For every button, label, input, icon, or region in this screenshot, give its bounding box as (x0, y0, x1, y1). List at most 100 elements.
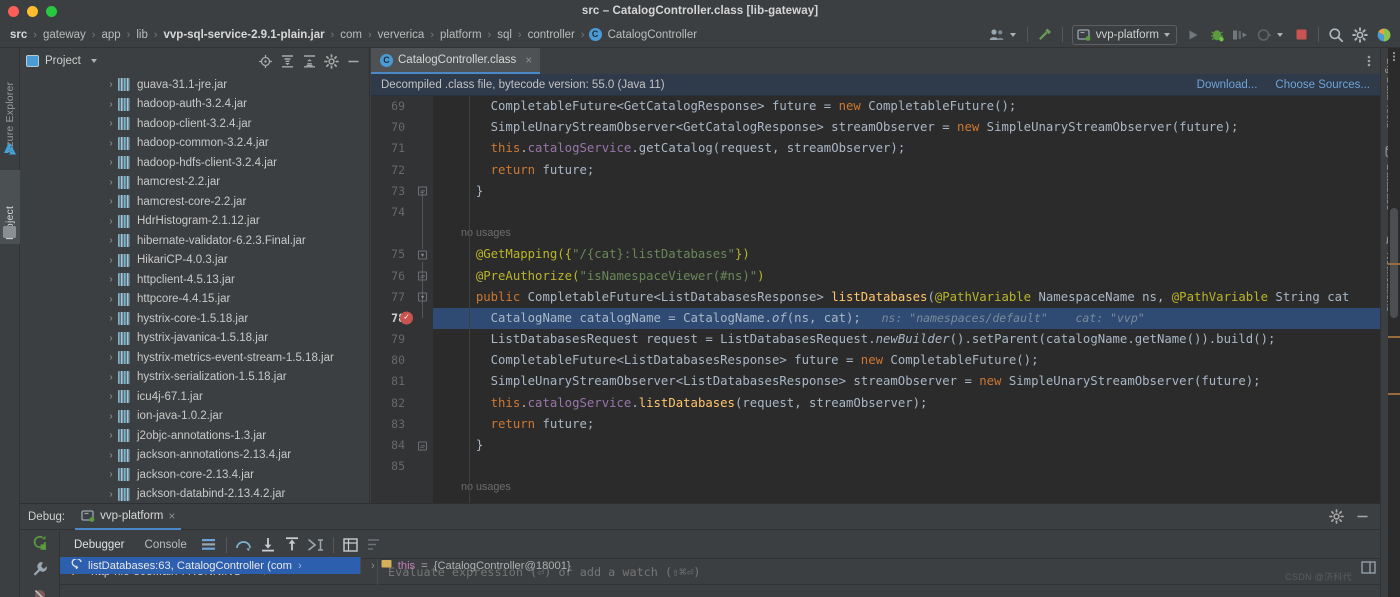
expand-arrow-icon[interactable]: › (104, 450, 118, 461)
tree-item-jar[interactable]: › guava-31.1-jre.jar (20, 75, 369, 95)
expand-arrow-icon[interactable]: › (104, 372, 118, 383)
gear-icon[interactable] (1324, 505, 1348, 529)
tree-item-jar[interactable]: › jackson-core-2.13.4.jar (20, 465, 369, 485)
chevron-down-icon[interactable] (1277, 32, 1283, 37)
gear-icon[interactable] (1348, 24, 1372, 46)
tree-item-jar[interactable]: › hystrix-core-1.5.18.jar (20, 309, 369, 329)
tree-item-jar[interactable]: › jackson-annotations-2.13.4.jar (20, 446, 369, 466)
download-sources-link[interactable]: Download... (1197, 79, 1258, 91)
tree-item-jar[interactable]: › hystrix-serialization-1.5.18.jar (20, 368, 369, 388)
run-to-cursor-icon[interactable] (304, 533, 328, 557)
code-viewport[interactable]: 69 70 71 72 73 ▱ 74 75 ▾ 76 ▱ 77 ▾ 78 ✓ 79 80… (371, 96, 1380, 503)
collapse-all-icon[interactable] (299, 51, 319, 71)
editor-scrollbar[interactable] (1388, 48, 1400, 597)
evaluate-table-icon[interactable] (339, 533, 363, 557)
tree-item-jar[interactable]: › hadoop-hdfs-client-3.2.4.jar (20, 153, 369, 173)
user-group-icon[interactable] (986, 24, 1010, 46)
expand-arrow-icon[interactable]: › (104, 216, 118, 227)
tab-console[interactable]: Console (135, 531, 197, 559)
stack-frame-item-selected[interactable]: listDatabases:63, CatalogController (com… (60, 557, 360, 574)
expand-all-icon[interactable] (277, 51, 297, 71)
expand-arrow-icon[interactable]: › (104, 294, 118, 305)
breadcrumb-item-jar[interactable]: vvp-sql-service-2.9.1-plain.jar (162, 29, 327, 41)
error-stripe-mark[interactable] (1388, 336, 1400, 338)
step-into-icon[interactable] (256, 533, 280, 557)
breadcrumb-item-ververica[interactable]: ververica (376, 29, 427, 41)
close-window-button[interactable] (8, 6, 19, 17)
zoom-window-button[interactable] (46, 6, 57, 17)
fold-end-icon[interactable]: ▱ (418, 271, 427, 281)
project-tree[interactable]: › guava-31.1-jre.jar › hadoop-auth-3.2.4.j… (20, 74, 369, 503)
tree-item-jar[interactable]: › jackson-databind-2.13.4.2.jar (20, 485, 369, 504)
fold-end-icon[interactable]: ▱ (418, 441, 427, 451)
expand-arrow-icon[interactable]: › (104, 391, 118, 402)
tab-debugger[interactable]: Debugger (64, 531, 135, 559)
breadcrumb-item-app[interactable]: app (99, 29, 122, 41)
tree-item-jar[interactable]: › hadoop-auth-3.2.4.jar (20, 95, 369, 115)
fold-end-icon[interactable]: ▱ (418, 186, 427, 196)
layout-lines-icon[interactable] (197, 533, 221, 557)
breakpoint-icon[interactable]: ✓ (400, 311, 413, 325)
tree-item-jar[interactable]: › hibernate-validator-6.2.3.Final.jar (20, 231, 369, 251)
tree-item-jar[interactable]: › httpcore-4.4.15.jar (20, 290, 369, 310)
search-everywhere-icon[interactable] (1324, 24, 1348, 46)
tree-item-jar[interactable]: › hystrix-javanica-1.5.18.jar (20, 329, 369, 349)
expand-arrow-icon[interactable]: › (104, 99, 118, 110)
rerun-icon[interactable] (28, 535, 52, 551)
fold-start-icon[interactable]: ▾ (418, 292, 427, 302)
expand-arrow-icon[interactable]: › (104, 352, 118, 363)
editor-tab-catalogcontroller[interactable]: C CatalogController.class × (371, 48, 541, 74)
debug-icon[interactable] (1205, 24, 1229, 46)
gear-icon[interactable] (321, 51, 341, 71)
run-configuration-selector[interactable]: vvp-platform (1071, 24, 1177, 45)
tree-item-jar[interactable]: › j2objc-annotations-1.3.jar (20, 426, 369, 446)
error-stripe-mark[interactable] (1388, 393, 1400, 395)
inspections-widget-icon[interactable] (1388, 50, 1400, 62)
ide-update-icon[interactable] (1372, 24, 1396, 46)
expand-arrow-icon[interactable]: › (104, 255, 118, 266)
stop-icon[interactable] (1289, 24, 1313, 46)
expand-arrow-icon[interactable]: › (104, 411, 118, 422)
hide-panel-icon[interactable] (343, 51, 363, 71)
expand-arrow-icon[interactable]: › (104, 196, 118, 207)
minimize-window-button[interactable] (27, 6, 38, 17)
breadcrumb-item-sql[interactable]: sql (495, 29, 514, 41)
code-text-area[interactable]: CompletableFuture<GetCatalogResponse> fu… (433, 96, 1380, 503)
hide-panel-icon[interactable] (1350, 505, 1374, 529)
breadcrumb-item-class[interactable]: CatalogController (606, 29, 700, 41)
debug-session-tab[interactable]: vvp-platform × (75, 504, 182, 530)
expand-arrow-icon[interactable]: › (104, 469, 118, 480)
tree-item-jar[interactable]: › httpclient-4.5.13.jar (20, 270, 369, 290)
expand-arrow-icon[interactable]: › (104, 489, 118, 500)
expand-arrow-icon[interactable]: › (104, 79, 118, 90)
editor-gutter[interactable]: 69 70 71 72 73 ▱ 74 75 ▾ 76 ▱ 77 ▾ 78 ✓ 79 80… (371, 96, 433, 503)
run-icon[interactable] (1181, 24, 1205, 46)
expand-arrow-icon[interactable]: › (104, 138, 118, 149)
expand-arrow-icon[interactable]: › (104, 274, 118, 285)
hammer-icon[interactable] (1033, 24, 1057, 46)
chevron-down-icon[interactable] (90, 59, 97, 63)
variable-row-this[interactable]: › this = {CatalogController@18001} (360, 557, 1380, 574)
profiler-icon[interactable] (1253, 24, 1277, 46)
select-opened-file-icon[interactable] (255, 51, 275, 71)
expand-arrow-icon[interactable]: › (104, 430, 118, 441)
sort-icon[interactable] (363, 533, 387, 557)
tree-item-jar[interactable]: › ion-java-1.0.2.jar (20, 407, 369, 427)
expand-arrow-icon[interactable]: › (104, 235, 118, 246)
error-stripe-mark[interactable] (1388, 263, 1400, 265)
expand-arrow-icon[interactable]: › (104, 177, 118, 188)
tree-item-jar[interactable]: › hystrix-metrics-event-stream-1.5.18.jar (20, 348, 369, 368)
breadcrumb-item-platform[interactable]: platform (438, 29, 484, 41)
debugger-settings-icon[interactable] (1361, 561, 1376, 579)
tree-item-jar[interactable]: › hadoop-client-3.2.4.jar (20, 114, 369, 134)
expand-arrow-icon[interactable]: › (104, 118, 118, 129)
wrench-icon[interactable] (28, 561, 52, 577)
choose-sources-link[interactable]: Choose Sources... (1275, 79, 1370, 91)
breadcrumb-item-controller[interactable]: controller (526, 29, 577, 41)
expand-arrow-icon[interactable]: › (104, 333, 118, 344)
expand-arrow-icon[interactable]: › (371, 560, 375, 572)
step-over-icon[interactable] (232, 533, 256, 557)
chevron-down-icon[interactable] (1164, 32, 1170, 37)
tree-item-jar[interactable]: › hamcrest-2.2.jar (20, 173, 369, 193)
close-tab-icon[interactable]: × (525, 53, 532, 67)
